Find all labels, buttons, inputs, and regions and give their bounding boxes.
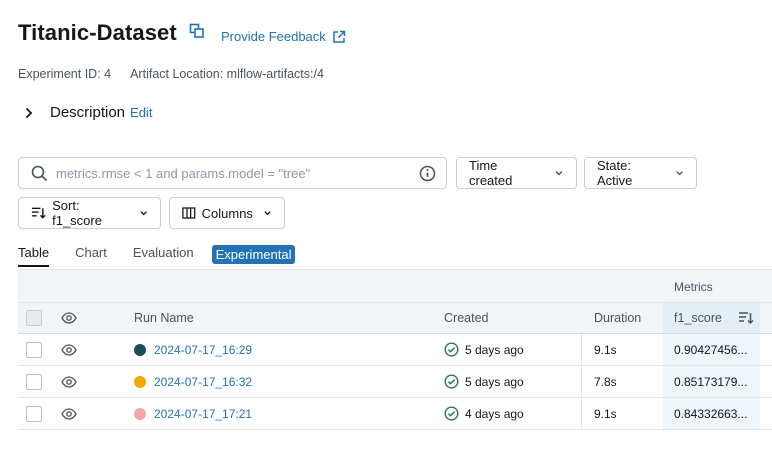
copy-icon[interactable]: [189, 23, 205, 39]
view-tabs: Table Chart Evaluation Experimental: [18, 243, 296, 267]
chevron-right-icon[interactable]: [22, 106, 36, 120]
table-header-row: Run Name Created Duration f1_score: [18, 302, 772, 334]
check-circle-icon: [444, 374, 459, 389]
description-row: Description Edit: [22, 104, 152, 121]
table-row: 2024-07-17_16:29 5 days ago 9.1s 0.90427…: [18, 334, 772, 366]
tab-evaluation[interactable]: Evaluation: [133, 243, 194, 265]
column-header-created[interactable]: Created: [444, 303, 488, 333]
select-all-checkbox[interactable]: [26, 310, 42, 326]
tab-experimental-badge[interactable]: Experimental: [211, 244, 296, 264]
artifact-location: Artifact Location: mlflow-artifacts:/4: [130, 67, 324, 81]
columns-label: Columns: [201, 205, 253, 221]
run-duration: 9.1s: [594, 342, 617, 357]
sort-descending-icon[interactable]: [738, 311, 754, 325]
page-title: Titanic-Dataset: [18, 20, 177, 45]
time-created-dropdown[interactable]: Time created: [456, 157, 577, 189]
row-checkbox[interactable]: [26, 373, 42, 390]
f1-score-value: 0.84332663...: [663, 398, 760, 429]
created-time: 4 days ago: [465, 406, 524, 421]
columns-dropdown[interactable]: Columns: [169, 197, 285, 229]
column-header-f1-score[interactable]: f1_score: [663, 303, 760, 333]
provide-feedback-link[interactable]: Provide Feedback: [221, 29, 346, 44]
run-color-dot: [134, 375, 146, 388]
chevron-down-icon: [676, 171, 683, 176]
search-box: [18, 157, 447, 189]
check-circle-icon: [444, 342, 459, 357]
eye-icon[interactable]: [61, 375, 77, 388]
search-input[interactable]: [56, 165, 406, 181]
info-icon[interactable]: [419, 165, 436, 182]
tab-table[interactable]: Table: [18, 243, 50, 267]
table-row: 2024-07-17_17:21 4 days ago 9.1s 0.84332…: [18, 398, 772, 430]
check-circle-icon: [444, 406, 459, 421]
run-name-link[interactable]: 2024-07-17_16:29: [154, 343, 252, 357]
time-created-label: Time created: [469, 158, 513, 188]
f1-score-value: 0.90427456...: [663, 334, 760, 365]
run-color-dot: [134, 407, 146, 420]
description-edit-link[interactable]: Edit: [130, 105, 152, 120]
run-name-link[interactable]: 2024-07-17_17:21: [154, 407, 252, 421]
sort-icon: [31, 207, 46, 219]
chevron-down-icon: [139, 211, 147, 216]
run-duration: 9.1s: [594, 406, 617, 421]
search-icon: [31, 165, 48, 181]
chevron-down-icon: [555, 171, 563, 176]
created-time: 5 days ago: [465, 374, 524, 389]
column-header-f1-score-label: f1_score: [674, 311, 722, 325]
provide-feedback-label: Provide Feedback: [221, 29, 326, 44]
sort-dropdown[interactable]: Sort: f1_score: [18, 197, 161, 229]
metrics-group-label: Metrics: [674, 280, 713, 294]
column-header-run-name[interactable]: Run Name: [134, 303, 194, 333]
metrics-group-header: Metrics: [18, 269, 772, 302]
external-link-icon: [333, 30, 346, 43]
tab-chart[interactable]: Chart: [75, 243, 107, 265]
eye-icon[interactable]: [61, 312, 77, 324]
title-row: Titanic-Dataset: [18, 20, 205, 46]
row-checkbox[interactable]: [26, 405, 42, 422]
run-color-dot: [134, 343, 146, 356]
description-label: Description: [50, 104, 126, 121]
experiment-meta: Experiment ID: 4 Artifact Location: mlfl…: [18, 67, 324, 81]
experiment-id: Experiment ID: 4: [18, 67, 112, 81]
sort-label: Sort: f1_score: [52, 198, 102, 228]
eye-icon[interactable]: [61, 343, 77, 356]
columns-icon: [182, 207, 196, 219]
state-dropdown[interactable]: State: Active: [584, 157, 697, 189]
table-row: 2024-07-17_16:32 5 days ago 7.8s 0.85173…: [18, 366, 772, 398]
run-name-link[interactable]: 2024-07-17_16:32: [154, 375, 252, 389]
chevron-down-icon: [264, 211, 271, 216]
f1-score-value: 0.85173179...: [663, 366, 760, 397]
eye-icon[interactable]: [61, 407, 77, 420]
run-duration: 7.8s: [594, 374, 617, 389]
state-label: State: Active: [597, 158, 633, 188]
row-checkbox[interactable]: [26, 341, 42, 358]
runs-table: Metrics Run Name Created Duration f1_sco…: [18, 269, 772, 430]
column-header-duration[interactable]: Duration: [594, 303, 641, 333]
created-time: 5 days ago: [465, 342, 524, 357]
